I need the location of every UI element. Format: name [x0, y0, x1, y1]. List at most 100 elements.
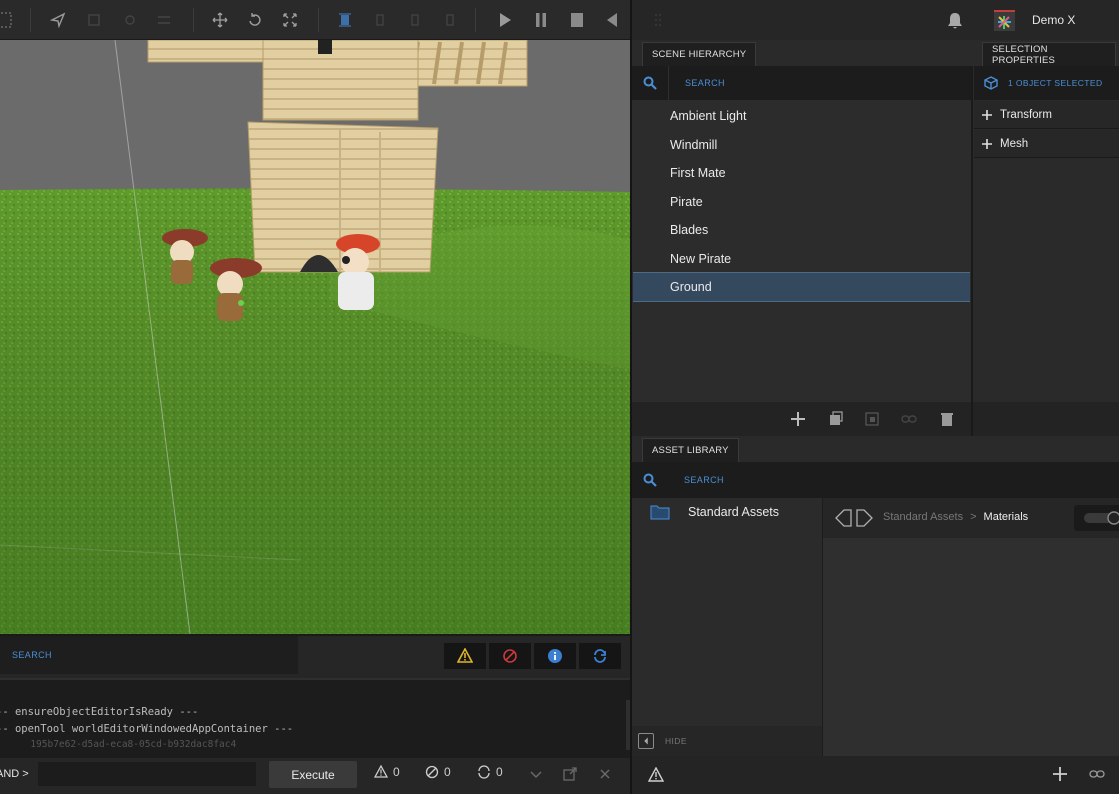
popout-icon[interactable] [563, 767, 577, 781]
delete-icon[interactable] [939, 411, 955, 427]
align-icon[interactable] [333, 8, 357, 32]
stop-icon[interactable] [565, 8, 589, 32]
cube-icon [974, 76, 1008, 90]
breadcrumb-root[interactable]: Standard Assets [883, 511, 963, 523]
avatar[interactable] [994, 10, 1015, 31]
tab-scene-hierarchy[interactable]: SCENE HIERARCHY [642, 42, 757, 66]
breadcrumb-separator: > [970, 511, 977, 523]
console-line: 195b7e62-d5ad-eca8-05cd-b932dac8fac4 [0, 739, 237, 750]
view-toggle[interactable] [1074, 505, 1119, 531]
refresh-icon [478, 765, 490, 779]
breadcrumb: Standard Assets > Materials [883, 511, 1028, 523]
duplicate-icon[interactable] [828, 411, 844, 427]
property-section-label: Mesh [1000, 137, 1029, 150]
navigate-icon[interactable] [46, 8, 70, 32]
close-icon[interactable] [600, 769, 610, 779]
console-line: -- openTool worldEditorWindowedAppContai… [0, 723, 294, 735]
hierarchy-item-windmill[interactable]: Windmill [633, 130, 970, 159]
error-count: 0 [444, 765, 451, 779]
snap-icon[interactable] [82, 8, 106, 32]
hierarchy-item-ground[interactable]: Ground [633, 272, 970, 302]
layout-icon[interactable] [152, 8, 176, 32]
error-icon [503, 649, 517, 663]
asset-folder-tree [632, 498, 822, 756]
expand-icon [982, 138, 992, 149]
asset-hide-bar [632, 726, 822, 756]
search-icon [632, 66, 668, 100]
asset-footer-bar [632, 756, 1119, 794]
error-icon [425, 765, 439, 779]
align-center-icon[interactable] [368, 8, 392, 32]
distribute-icon[interactable] [438, 8, 462, 32]
hierarchy-item-new-pirate[interactable]: New Pirate [633, 244, 970, 273]
editor-window: Demo X SCENE HIERARCHY SELECTION PROPERT… [0, 0, 1119, 794]
hierarchy-item-pirate[interactable]: Pirate [633, 187, 970, 216]
hierarchy-search-input[interactable]: SEARCH [669, 78, 725, 88]
filter-warnings-button[interactable] [444, 643, 486, 669]
add-asset-icon[interactable] [1052, 766, 1068, 782]
asset-search-input[interactable]: SEARCH [668, 475, 724, 485]
properties-footer [973, 402, 1119, 436]
console-line: -- ensureObjectEditorIsReady --- [0, 706, 199, 718]
scale-icon[interactable] [278, 8, 302, 32]
asset-search-bar: SEARCH [632, 462, 1119, 498]
sync-counter[interactable]: 0 [477, 765, 503, 779]
bell-icon[interactable] [945, 11, 965, 31]
warning-icon[interactable] [648, 767, 664, 783]
account-name[interactable]: Demo X [1032, 13, 1075, 27]
panel-divider [971, 66, 973, 436]
play-icon[interactable] [493, 8, 517, 32]
execute-button[interactable]: Execute [269, 761, 357, 788]
hierarchy-item-blades[interactable]: Blades [633, 215, 970, 244]
filter-refresh-button[interactable] [579, 643, 621, 669]
command-prefix: AND > [0, 768, 29, 780]
command-input[interactable] [38, 762, 256, 786]
toolbar-divider [30, 8, 31, 32]
folder-icon [650, 504, 670, 520]
toolbar-divider [318, 8, 319, 32]
drag-handle-icon[interactable] [654, 12, 662, 28]
group-icon[interactable] [864, 411, 880, 427]
toolbar-divider [475, 8, 476, 32]
align-right-icon[interactable] [403, 8, 427, 32]
filter-info-button[interactable] [534, 643, 576, 669]
console-divider [0, 678, 632, 680]
refresh-icon [594, 649, 606, 663]
filter-errors-button[interactable] [489, 643, 531, 669]
rotate-icon[interactable] [243, 8, 267, 32]
error-counter[interactable]: 0 [425, 765, 451, 779]
selection-status: 1 OBJECT SELECTED [1008, 78, 1103, 88]
add-icon[interactable] [790, 411, 806, 427]
chevron-down-icon[interactable] [530, 768, 542, 780]
main-split-divider[interactable] [630, 0, 632, 794]
viewport-toolbar [0, 0, 632, 40]
property-section-mesh[interactable]: Mesh [974, 130, 1119, 158]
warning-icon [457, 648, 473, 663]
collapse-icon[interactable] [638, 733, 654, 749]
property-section-transform[interactable]: Transform [974, 101, 1119, 129]
nav-back-forward-icon[interactable] [834, 508, 874, 528]
link-icon[interactable] [1089, 768, 1105, 780]
info-icon [548, 649, 562, 663]
warning-count: 0 [393, 765, 400, 779]
property-section-label: Transform [1000, 108, 1052, 121]
hierarchy-item-ambient-light[interactable]: Ambient Light [633, 101, 970, 130]
back-icon[interactable] [600, 8, 624, 32]
console-search-input[interactable]: SEARCH [12, 650, 52, 660]
hide-button[interactable]: HIDE [665, 736, 687, 746]
warning-counter[interactable]: 0 [374, 765, 400, 779]
move-icon[interactable] [208, 8, 232, 32]
scene-viewport[interactable] [0, 40, 632, 634]
link-icon[interactable] [901, 411, 917, 427]
sync-count: 0 [496, 765, 503, 779]
selection-status-bar: 1 OBJECT SELECTED [974, 66, 1119, 100]
folder-standard-assets[interactable]: Standard Assets [688, 505, 779, 519]
tab-asset-library[interactable]: ASSET LIBRARY [642, 438, 739, 462]
tab-selection-properties[interactable]: SELECTION PROPERTIES [982, 42, 1116, 66]
pause-icon[interactable] [529, 8, 553, 32]
breadcrumb-current[interactable]: Materials [984, 511, 1029, 523]
settings-icon[interactable] [118, 8, 142, 32]
grid-icon[interactable] [0, 8, 16, 32]
hierarchy-item-first-mate[interactable]: First Mate [633, 158, 970, 187]
search-icon [632, 473, 668, 487]
